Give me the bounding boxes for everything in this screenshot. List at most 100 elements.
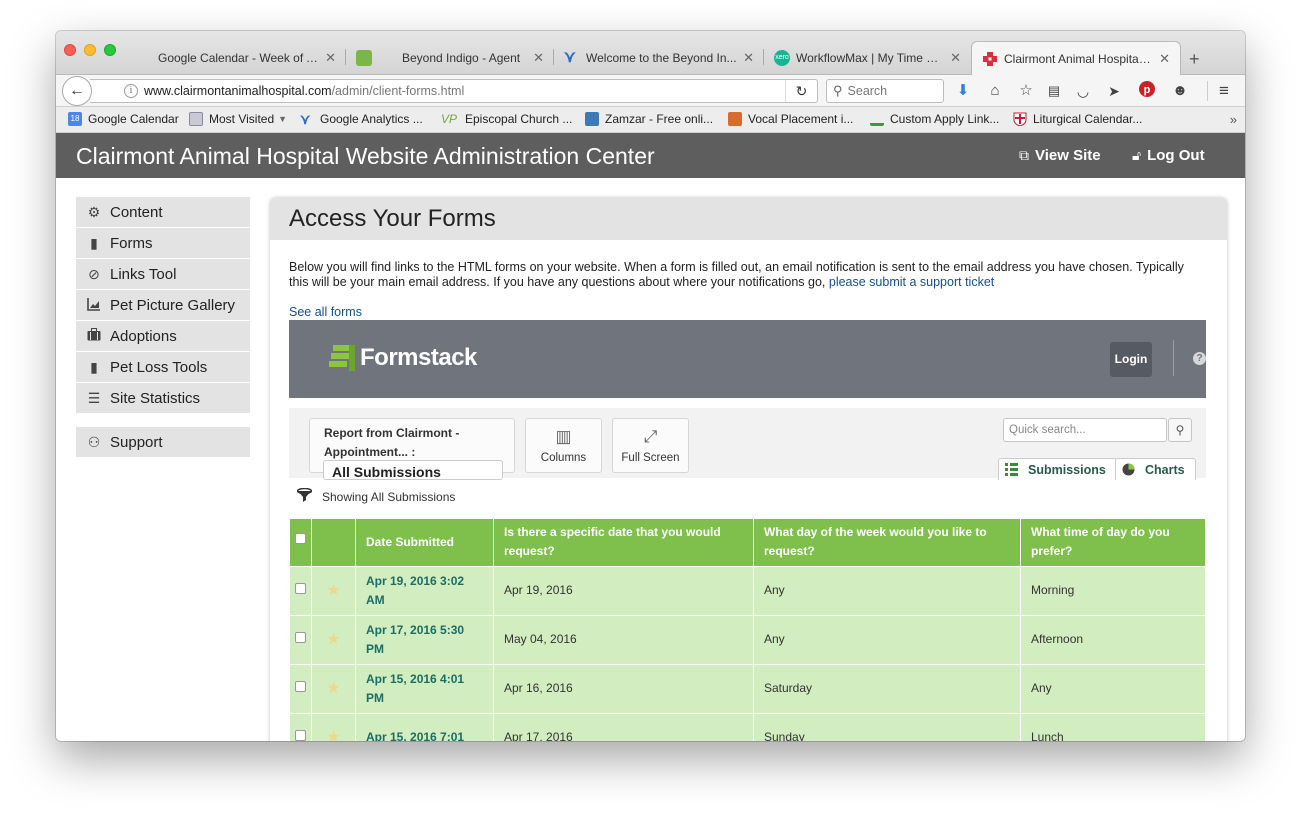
formstack-login-button[interactable]: Login <box>1110 342 1152 377</box>
zamzar-icon <box>585 112 599 126</box>
tab-workflowmax[interactable]: xero WorkflowMax | My Time Sh... ✕ <box>764 41 971 75</box>
download-icon[interactable]: ⬇ <box>953 81 973 101</box>
sidebar-item-adoptions[interactable]: Adoptions <box>76 321 250 352</box>
external-window-icon: ⧉ <box>1019 147 1029 163</box>
log-out-link[interactable]: 🔓︎ Log Out <box>1132 147 1205 164</box>
select-all-checkbox[interactable] <box>295 533 306 544</box>
sidebar-item-label: Content <box>110 203 163 221</box>
cell-time-of-day: Afternoon <box>1020 614 1206 665</box>
menu-icon[interactable]: ≡ <box>1214 81 1234 101</box>
full-screen-button[interactable]: ⤢ Full Screen <box>612 418 689 473</box>
view-site-link[interactable]: ⧉ View Site <box>1019 147 1101 164</box>
vocal-icon <box>728 112 742 126</box>
info-icon[interactable]: i <box>124 84 138 98</box>
bookmark-episcopal-church[interactable]: VP Episcopal Church ... <box>441 112 572 126</box>
cell-date-submitted[interactable]: Apr 15, 2016 7:01 <box>355 712 494 741</box>
bookmark-label: Episcopal Church ... <box>465 112 573 126</box>
cell-date-submitted[interactable]: Apr 15, 2016 4:01 PM <box>355 663 494 714</box>
minimize-window-button[interactable] <box>84 44 96 56</box>
columns-label: Columns <box>540 452 587 464</box>
table-row[interactable]: ★ Apr 15, 2016 7:01 Apr 17, 2016 Sunday … <box>289 712 1206 742</box>
row-checkbox[interactable] <box>295 632 306 643</box>
row-checkbox[interactable] <box>295 681 306 692</box>
url-bar[interactable]: i www.clairmontanimalhospital.com/admin/… <box>90 79 818 103</box>
sidebar-item-pet-picture-gallery[interactable]: Pet Picture Gallery <box>76 290 250 321</box>
new-tab-button[interactable]: + <box>1189 49 1200 70</box>
send-icon[interactable]: ➤ <box>1104 81 1124 101</box>
column-header-day-of-week[interactable]: What day of the week would you like to r… <box>753 519 1021 566</box>
bookmark-google-calendar[interactable]: 18 Google Calendar <box>68 112 179 126</box>
close-window-button[interactable] <box>64 44 76 56</box>
bookmark-label: Custom Apply Link... <box>890 112 1000 126</box>
row-star-cell: ★ <box>311 614 356 665</box>
support-ticket-link[interactable]: please submit a support ticket <box>829 275 994 289</box>
cell-day-of-week: Any <box>753 614 1021 665</box>
close-icon[interactable]: ✕ <box>533 50 544 66</box>
help-icon[interactable]: ? <box>1193 352 1206 365</box>
star-icon[interactable]: ☆ <box>1016 81 1036 101</box>
home-icon[interactable]: ⌂ <box>985 81 1005 101</box>
tab-title: Clairmont Animal Hospital ... <box>1004 52 1154 66</box>
page-title: Access Your Forms <box>270 197 1227 240</box>
tab-beyond-indigo-agent[interactable]: Beyond Indigo - Agent ✕ <box>346 41 554 75</box>
reload-icon[interactable]: ↻ <box>785 80 817 102</box>
tab-charts[interactable]: Charts <box>1115 458 1196 480</box>
sidebar-item-support[interactable]: ⚇ Support <box>76 427 250 458</box>
xero-icon: xero <box>774 50 790 66</box>
columns-button[interactable]: ▥ Columns <box>525 418 602 473</box>
star-icon[interactable]: ★ <box>326 582 340 599</box>
star-icon[interactable]: ★ <box>326 729 340 742</box>
bookmark-liturgical-calendar[interactable]: Liturgical Calendar... <box>1013 112 1142 127</box>
quick-search-input[interactable]: Quick search... <box>1003 418 1167 442</box>
table-row[interactable]: ★ Apr 17, 2016 5:30 PM May 04, 2016 Any … <box>289 614 1206 665</box>
close-icon[interactable]: ✕ <box>743 50 754 66</box>
row-star-cell: ★ <box>311 663 356 714</box>
search-input[interactable]: ⚲ Search <box>826 79 944 103</box>
close-icon[interactable]: ✕ <box>950 50 961 66</box>
tab-submissions[interactable]: Submissions <box>998 458 1117 480</box>
sidebar-item-links-tool[interactable]: ⊘ Links Tool <box>76 259 250 290</box>
bookmark-most-visited[interactable]: Most Visited ▼ <box>189 112 287 126</box>
sidebar-item-forms[interactable]: ▮ Forms <box>76 228 250 259</box>
tab-submissions-label: Submissions <box>1028 462 1106 477</box>
star-icon[interactable]: ★ <box>326 680 340 697</box>
report-selector[interactable]: Report from Clairmont - Appointment... :… <box>309 418 515 480</box>
tab-clairmont-animal-hospital[interactable]: Clairmont Animal Hospital ... ✕ <box>971 41 1181 76</box>
pinterest-icon[interactable]: p <box>1137 81 1157 101</box>
row-checkbox[interactable] <box>295 583 306 594</box>
report-view-select[interactable]: All Submissions <box>323 460 503 480</box>
star-icon[interactable]: ★ <box>326 631 340 648</box>
see-all-forms-link[interactable]: See all forms <box>289 305 362 319</box>
smiley-icon[interactable]: ☻ <box>1170 81 1190 101</box>
tab-google-calendar[interactable]: Google Calendar - Week of Apr ... ✕ <box>126 41 346 75</box>
cell-date-submitted[interactable]: Apr 19, 2016 3:02 AM <box>355 565 494 616</box>
chevron-right-icon[interactable]: » <box>1230 112 1237 127</box>
zoom-window-button[interactable] <box>104 44 116 56</box>
table-row[interactable]: ★ Apr 19, 2016 3:02 AM Apr 19, 2016 Any … <box>289 565 1206 616</box>
filter-icon[interactable] <box>296 487 313 506</box>
pocket-icon[interactable]: ◡ <box>1073 81 1093 101</box>
sidebar-item-site-statistics[interactable]: ☰ Site Statistics <box>76 383 250 414</box>
sidebar-item-content[interactable]: ⚙ Content <box>76 197 250 228</box>
beyond-indigo-icon: ⋎ <box>564 49 576 66</box>
back-button[interactable]: ← <box>62 76 92 106</box>
search-icon[interactable]: ⚲ <box>1168 418 1192 442</box>
bookmark-zamzar[interactable]: Zamzar - Free onli... <box>585 112 713 126</box>
bookmark-vocal-placement[interactable]: Vocal Placement i... <box>728 112 853 126</box>
tab-welcome-beyond-indigo[interactable]: ⋎ Welcome to the Beyond In... ✕ <box>554 41 764 75</box>
row-checkbox[interactable] <box>295 730 306 741</box>
reading-list-icon[interactable]: ▤ <box>1044 81 1064 101</box>
formstack-logo: Formstack <box>329 344 477 372</box>
cell-date-submitted[interactable]: Apr 17, 2016 5:30 PM <box>355 614 494 665</box>
bookmark-label: Google Analytics ... <box>320 112 423 126</box>
table-row[interactable]: ★ Apr 15, 2016 4:01 PM Apr 16, 2016 Satu… <box>289 663 1206 714</box>
column-header-time-of-day[interactable]: What time of day do you prefer? <box>1020 519 1206 566</box>
close-icon[interactable]: ✕ <box>1159 51 1170 67</box>
sidebar-item-pet-loss-tools[interactable]: ▮ Pet Loss Tools <box>76 352 250 383</box>
bookmark-custom-apply-link[interactable]: Custom Apply Link... <box>870 112 999 126</box>
column-header-specific-date[interactable]: Is there a specific date that you would … <box>493 519 754 566</box>
navigation-bar: i www.clairmontanimalhospital.com/admin/… <box>56 75 1245 107</box>
column-header-date-submitted[interactable]: Date Submitted <box>355 519 494 566</box>
close-icon[interactable]: ✕ <box>325 50 336 66</box>
bookmark-google-analytics[interactable]: ⋎ Google Analytics ... <box>300 112 423 126</box>
